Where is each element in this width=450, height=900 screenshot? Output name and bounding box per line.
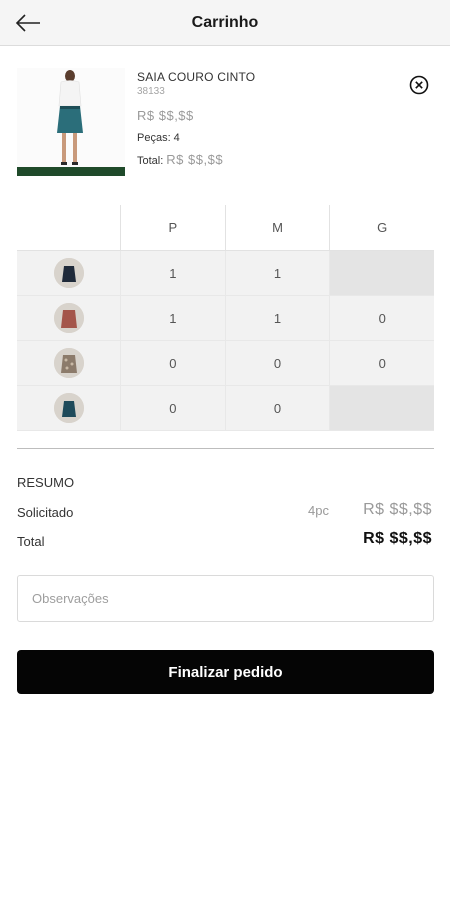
product-name: SAIA COURO CINTO (137, 70, 256, 84)
product-code: 38133 (137, 86, 165, 97)
qty-cell[interactable]: 0 (225, 341, 331, 386)
grid-row: 0 0 0 (17, 341, 435, 386)
product-total: Total: R$ $$,$$ (137, 152, 255, 167)
finish-order-button[interactable]: Finalizar pedido (17, 650, 434, 694)
qty-cell[interactable]: 1 (121, 251, 226, 296)
qty-cell[interactable]: 1 (225, 251, 331, 296)
section-divider (17, 448, 434, 449)
product-info: SAIA COURO CINTO 38133 R$ $$,$$ Peças: 4… (137, 70, 255, 167)
requested-label: Solicitado (17, 505, 74, 520)
qty-cell[interactable]: 0 (330, 341, 435, 386)
requested-qty: 4pc (308, 503, 329, 518)
product-total-label: Total: (137, 155, 164, 167)
total-label: Total (17, 534, 45, 549)
product-price: R$ $$,$$ (137, 108, 194, 123)
size-header-p: P (121, 205, 226, 251)
qty-cell[interactable]: 1 (121, 296, 226, 341)
grid-corner-cell (17, 205, 121, 251)
size-header-g: G (330, 205, 435, 251)
size-header-m: M (225, 205, 331, 251)
qty-cell[interactable]: 1 (225, 296, 331, 341)
qty-cell[interactable]: 0 (121, 341, 226, 386)
grid-row: 1 1 (17, 251, 435, 296)
qty-cell[interactable]: 0 (330, 296, 435, 341)
page-title: Carrinho (191, 14, 259, 31)
summary-total-row: Total R$ $$,$$ (17, 530, 434, 561)
grid-header-row: P M G (17, 205, 435, 251)
grid-row: 0 0 (17, 386, 435, 431)
notes-input[interactable] (17, 575, 434, 622)
color-thumb-cell (17, 251, 121, 296)
color-thumb-cell (17, 341, 121, 386)
color-swatch-brick (53, 303, 84, 333)
product-pieces: Peças: 4 (137, 132, 180, 144)
order-summary: RESUMO Solicitado 4pc R$ $$,$$ Total R$ … (17, 475, 434, 561)
remove-item-button[interactable] (409, 75, 429, 95)
color-thumb-cell (17, 386, 121, 431)
cart-item: SAIA COURO CINTO 38133 R$ $$,$$ Peças: 4… (17, 68, 434, 178)
color-swatch-navy (53, 258, 84, 288)
qty-cell[interactable]: 0 (121, 386, 226, 431)
qty-cell-disabled (330, 386, 435, 431)
total-value: R$ $$,$$ (363, 530, 432, 547)
color-swatch-teal (53, 393, 84, 423)
requested-value: R$ $$,$$ (363, 501, 432, 518)
qty-cell-disabled (330, 251, 435, 296)
product-total-value: R$ $$,$$ (166, 152, 224, 167)
product-image[interactable] (17, 68, 125, 176)
size-color-grid: P M G 1 1 1 1 0 0 0 0 0 0 (17, 205, 435, 431)
color-thumb-cell (17, 296, 121, 341)
close-circle-icon (409, 75, 429, 95)
color-swatch-print (53, 348, 84, 378)
summary-title: RESUMO (17, 475, 75, 490)
grid-row: 1 1 0 (17, 296, 435, 341)
top-bar: Carrinho (0, 0, 450, 46)
qty-cell[interactable]: 0 (225, 386, 331, 431)
summary-requested-row: Solicitado 4pc R$ $$,$$ (17, 501, 434, 532)
